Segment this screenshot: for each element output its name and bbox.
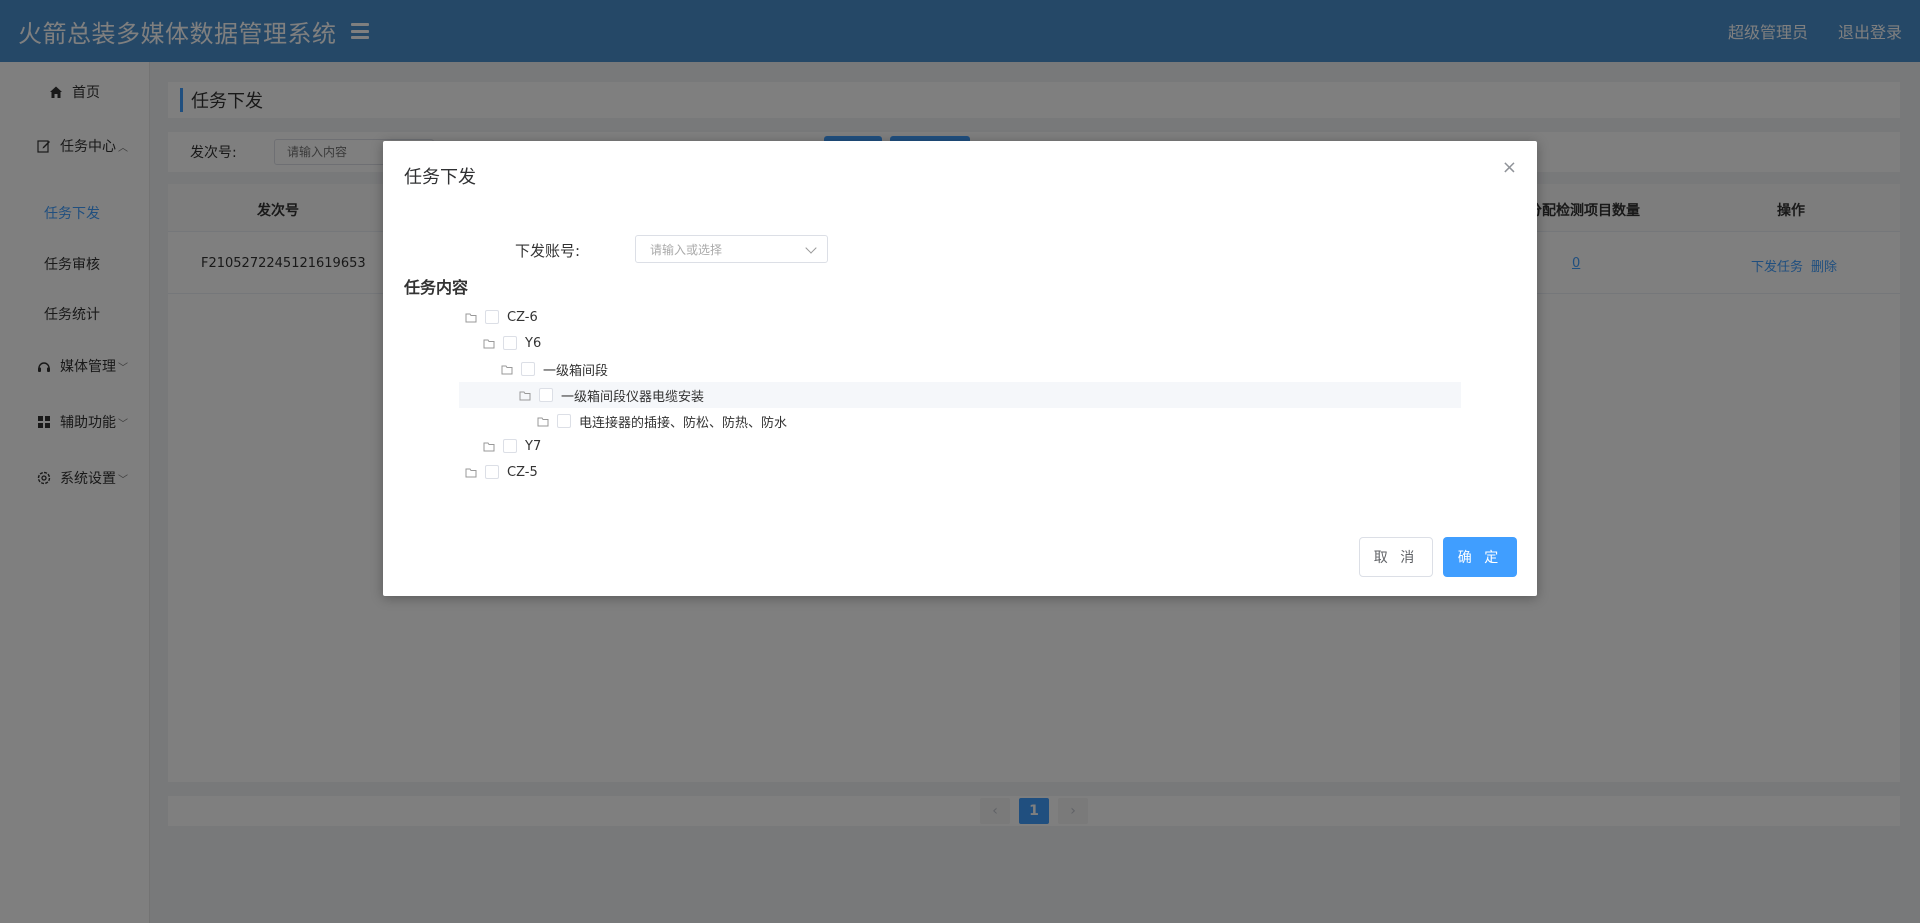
dialog-title: 任务下发 xyxy=(404,167,476,188)
folder-icon xyxy=(465,467,477,478)
tree-checkbox[interactable] xyxy=(521,362,535,376)
tree-node-label: 一级箱间段 xyxy=(543,363,609,379)
chevron-down-icon xyxy=(805,242,817,254)
folder-icon xyxy=(483,441,495,452)
tree-node-label: 一级箱间段仪器电缆安装 xyxy=(561,389,705,405)
tree-node-y7[interactable]: Y7 xyxy=(483,433,541,459)
tree-node-cable-install[interactable]: 一级箱间段仪器电缆安装 xyxy=(459,382,1461,408)
tree-checkbox[interactable] xyxy=(485,310,499,324)
folder-icon xyxy=(537,416,549,427)
tree-node-y6[interactable]: Y6 xyxy=(483,330,541,356)
tree-checkbox[interactable] xyxy=(503,336,517,350)
task-dispatch-dialog: 任务下发 × 下发账号: 请输入或选择 任务内容 CZ-6 Y6 一级箱间段 一… xyxy=(383,141,1537,596)
task-content-label: 任务内容 xyxy=(404,278,469,297)
tree-checkbox[interactable] xyxy=(539,388,553,402)
account-label: 下发账号: xyxy=(515,242,581,260)
account-select-placeholder: 请输入或选择 xyxy=(650,242,723,257)
tree-node-cz6[interactable]: CZ-6 xyxy=(465,304,538,330)
confirm-button[interactable]: 确 定 xyxy=(1443,537,1517,577)
folder-open-icon xyxy=(501,364,513,375)
close-icon[interactable]: × xyxy=(1502,159,1517,177)
folder-open-icon xyxy=(483,338,495,349)
tree-checkbox[interactable] xyxy=(557,414,571,428)
account-select[interactable]: 请输入或选择 xyxy=(635,235,828,263)
tree-node-label: Y6 xyxy=(525,335,542,351)
cancel-button[interactable]: 取 消 xyxy=(1359,537,1433,577)
folder-open-icon xyxy=(465,312,477,323)
tree-node-label: CZ-5 xyxy=(507,464,538,480)
tree-node-label: Y7 xyxy=(525,438,542,454)
tree-checkbox[interactable] xyxy=(485,465,499,479)
tree-node-label: CZ-6 xyxy=(507,309,538,325)
tree-node-label: 电连接器的插接、防松、防热、防水 xyxy=(579,415,788,431)
tree-node-first-stage[interactable]: 一级箱间段 xyxy=(501,356,608,382)
folder-open-icon xyxy=(519,390,531,401)
tree-node-connector[interactable]: 电连接器的插接、防松、防热、防水 xyxy=(537,408,787,434)
tree-checkbox[interactable] xyxy=(503,439,517,453)
tree-node-cz5[interactable]: CZ-5 xyxy=(465,459,538,485)
